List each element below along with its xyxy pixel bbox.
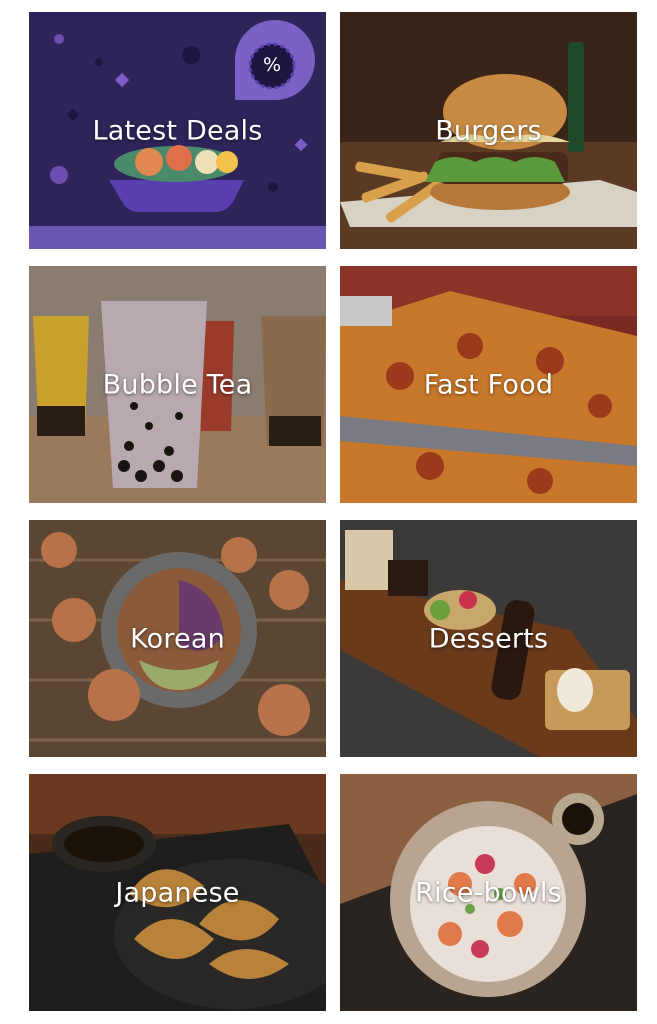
category-tile-desserts[interactable]: Desserts <box>340 520 637 757</box>
category-label: Desserts <box>428 623 549 654</box>
percent-icon: % <box>262 54 282 76</box>
category-label: Korean <box>130 623 225 654</box>
category-tile-latest-deals[interactable]: % Latest Deals <box>29 12 326 249</box>
category-label: Burgers <box>435 115 542 146</box>
category-label: Bubble Tea <box>102 369 253 400</box>
category-tile-burgers[interactable]: Burgers <box>340 12 637 249</box>
category-tile-japanese[interactable]: Japanese <box>29 774 326 1011</box>
category-label: Japanese <box>115 877 240 908</box>
category-tile-fast-food[interactable]: Fast Food <box>340 266 637 503</box>
category-label: Latest Deals <box>92 115 263 146</box>
category-label: Rice-bowls <box>415 877 562 908</box>
category-tile-bubble-tea[interactable]: Bubble Tea <box>29 266 326 503</box>
category-tile-rice-bowls[interactable]: Rice-bowls <box>340 774 637 1011</box>
category-label: Fast Food <box>423 369 554 400</box>
category-tile-korean[interactable]: Korean <box>29 520 326 757</box>
